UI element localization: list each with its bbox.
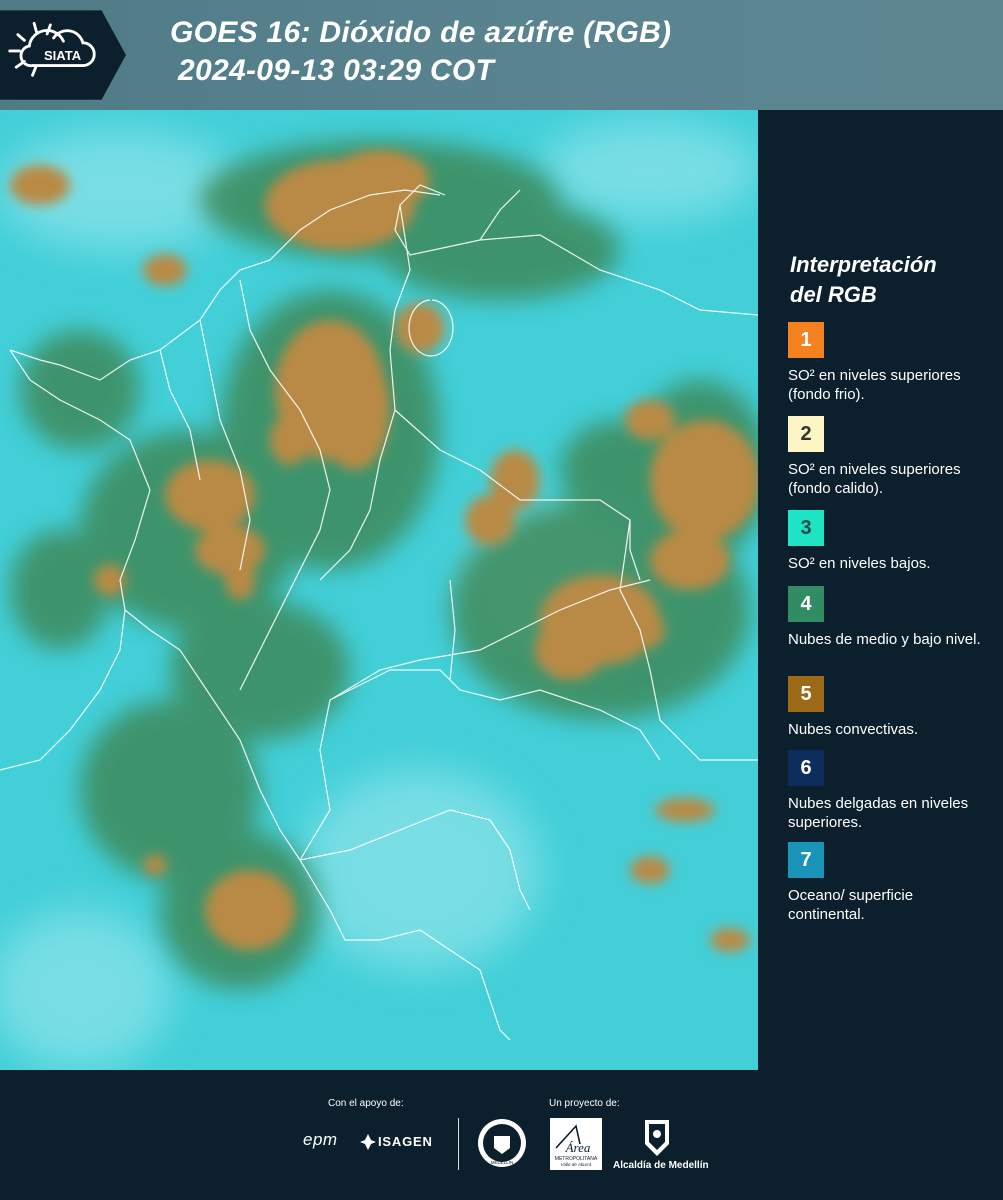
legend-item-1: 1 SO² en niveles superiores (fondo frio)… xyxy=(788,322,993,404)
alcaldia-shield-logo xyxy=(645,1120,669,1156)
footer-divider xyxy=(458,1118,459,1170)
legend-text-1: SO² en niveles superiores (fondo frio). xyxy=(788,367,961,403)
title-line-1: GOES 16: Dióxido de azúfre (RGB) xyxy=(170,16,672,49)
legend-text-5: Nubes convectivas. xyxy=(788,721,919,738)
legend-item-4: 4 Nubes de medio y bajo nivel. xyxy=(788,586,993,649)
alcaldia-label: Alcaldía de Medellín xyxy=(613,1160,709,1171)
medellin-seal-logo: MEDELLÍN xyxy=(478,1119,526,1167)
legend-text-6: Nubes delgadas en niveles superiores. xyxy=(788,795,969,831)
legend-title: Interpretación del RGB xyxy=(790,250,937,310)
header: SIATA GOES 16: Dióxido de azúfre (RGB) 2… xyxy=(0,0,1003,110)
svg-text:MEDELLÍN: MEDELLÍN xyxy=(491,1159,514,1165)
page-title: GOES 16: Dióxido de azúfre (RGB) 2024-09… xyxy=(170,14,671,90)
project-label: Un proyecto de: xyxy=(549,1098,620,1109)
satellite-image xyxy=(0,110,758,1070)
satellite-map xyxy=(0,110,758,1070)
legend-title-line-1: Interpretación xyxy=(790,252,937,277)
svg-text:Área: Área xyxy=(565,1140,591,1155)
legend-item-2: 2 SO² en niveles superiores (fondo calid… xyxy=(788,416,993,498)
legend-swatch-2: 2 xyxy=(788,416,824,452)
legend-panel: Interpretación del RGB 1 SO² en niveles … xyxy=(758,110,1003,1070)
legend-swatch-1: 1 xyxy=(788,322,824,358)
legend-swatch-7: 7 xyxy=(788,842,824,878)
isagen-logo: ISAGEN xyxy=(378,1134,433,1149)
legend-text-3: SO² en niveles bajos. xyxy=(788,555,931,572)
legend-swatch-6: 6 xyxy=(788,750,824,786)
footer: Con el apoyo de: Un proyecto de: epm ISA… xyxy=(0,1070,1003,1200)
legend-swatch-4: 4 xyxy=(788,586,824,622)
area-metropolitana-logo: Área METROPOLITANA Valle de Aburrá xyxy=(550,1118,602,1170)
legend-item-7: 7 Oceano/ superficie continental. xyxy=(788,842,993,924)
legend-text-4: Nubes de medio y bajo nivel. xyxy=(788,631,981,648)
legend-item-5: 5 Nubes convectivas. xyxy=(788,676,993,739)
legend-item-3: 3 SO² en niveles bajos. xyxy=(788,510,993,573)
isagen-logo-icon xyxy=(360,1134,376,1150)
legend-text-7: Oceano/ superficie continental. xyxy=(788,887,914,923)
legend-swatch-5: 5 xyxy=(788,676,824,712)
epm-logo: epm xyxy=(303,1130,338,1149)
support-label: Con el apoyo de: xyxy=(328,1098,404,1109)
legend-text-2: SO² en niveles superiores (fondo calido)… xyxy=(788,461,961,497)
legend-title-line-2: del RGB xyxy=(790,282,877,307)
legend-swatch-3: 3 xyxy=(788,510,824,546)
siata-logo: SIATA xyxy=(0,10,126,100)
svg-text:Valle de Aburrá: Valle de Aburrá xyxy=(561,1162,592,1167)
svg-text:SIATA: SIATA xyxy=(44,48,82,63)
legend-item-6: 6 Nubes delgadas en niveles superiores. xyxy=(788,750,993,832)
title-line-2: 2024-09-13 03:29 COT xyxy=(178,54,495,87)
